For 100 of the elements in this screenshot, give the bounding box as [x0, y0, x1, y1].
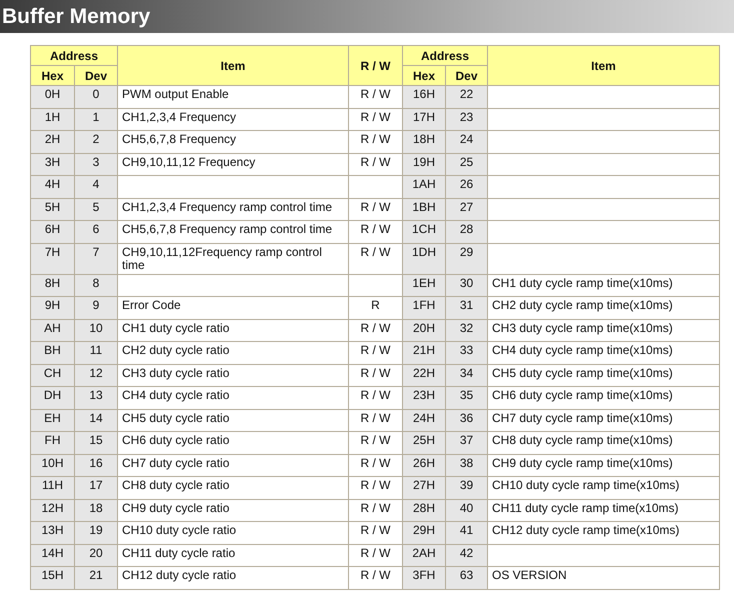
table-cell: CH2 duty cycle ramp time(x10ms) — [488, 296, 720, 319]
table-cell: 16H — [402, 86, 446, 108]
table-cell: 2 — [74, 130, 118, 153]
table-cell: AH — [30, 319, 74, 342]
column-header: Address — [402, 46, 488, 66]
table-cell: R / W — [348, 544, 402, 566]
table-cell: 30 — [446, 274, 488, 296]
column-header: Address — [30, 46, 118, 66]
table-cell: 18 — [74, 499, 118, 522]
table-cell: CH10 duty cycle ramp time(x10ms) — [488, 476, 720, 499]
table-cell: 39 — [446, 476, 488, 499]
table-cell: 31 — [446, 296, 488, 319]
table-cell: R / W — [348, 130, 402, 153]
table-cell: 38 — [446, 454, 488, 476]
table-cell: 13 — [74, 386, 118, 409]
column-header: Hex — [402, 66, 446, 86]
table-cell: 9H — [30, 296, 74, 319]
table-cell: 6 — [74, 220, 118, 243]
table-cell: 24H — [402, 409, 446, 432]
table-cell: 42 — [446, 544, 488, 566]
table-cell: 1H — [30, 108, 74, 130]
table-cell: R / W — [348, 409, 402, 432]
table-cell: R / W — [348, 522, 402, 544]
table-cell: 1FH — [402, 296, 446, 319]
table-cell: CH1 duty cycle ratio — [118, 319, 348, 342]
table-cell: CH3 duty cycle ratio — [118, 364, 348, 386]
table-cell: 11 — [74, 342, 118, 364]
table-cell: CH6 duty cycle ratio — [118, 432, 348, 454]
table-cell: CH4 duty cycle ramp time(x10ms) — [488, 342, 720, 364]
table-cell: R / W — [348, 476, 402, 499]
table-cell: CH7 duty cycle ramp time(x10ms) — [488, 409, 720, 432]
table-cell: 3FH — [402, 566, 446, 589]
table-cell: 5H — [30, 198, 74, 220]
table-cell: 19H — [402, 153, 446, 176]
table-cell: 14 — [74, 409, 118, 432]
column-header: Dev — [446, 66, 488, 86]
table-cell: CH11 duty cycle ratio — [118, 544, 348, 566]
table-cell: R / W — [348, 153, 402, 176]
table-cell: R / W — [348, 198, 402, 220]
table-cell: DH — [30, 386, 74, 409]
table-cell: CH4 duty cycle ratio — [118, 386, 348, 409]
table-cell: 0H — [30, 86, 74, 108]
table-cell: CH12 duty cycle ramp time(x10ms) — [488, 522, 720, 544]
table-cell: CH8 duty cycle ratio — [118, 476, 348, 499]
table-cell: 22 — [446, 86, 488, 108]
table-cell: 23H — [402, 386, 446, 409]
table-cell: 17 — [74, 476, 118, 499]
table-cell — [348, 176, 402, 198]
column-header: R / W — [348, 46, 402, 86]
table-cell: CH11 duty cycle ramp time(x10ms) — [488, 499, 720, 522]
table-cell: CH10 duty cycle ratio — [118, 522, 348, 544]
table-cell: CH1,2,3,4 Frequency ramp control time — [118, 198, 348, 220]
table-cell: 27 — [446, 198, 488, 220]
table-cell: OS VERSION — [488, 566, 720, 589]
table-cell: CH5,6,7,8 Frequency ramp control time — [118, 220, 348, 243]
table-cell: 18H — [402, 130, 446, 153]
table-cell: 11H — [30, 476, 74, 499]
table-cell: 1 — [74, 108, 118, 130]
table-cell: R / W — [348, 243, 402, 274]
table-cell: Error Code — [118, 296, 348, 319]
table-cell: R / W — [348, 108, 402, 130]
table-cell: CH5 duty cycle ratio — [118, 409, 348, 432]
table-cell: R / W — [348, 319, 402, 342]
table-cell: 15H — [30, 566, 74, 589]
table-cell: 6H — [30, 220, 74, 243]
table-cell: 35 — [446, 386, 488, 409]
table-cell: 36 — [446, 409, 488, 432]
table-cell: 21H — [402, 342, 446, 364]
table-cell: 12H — [30, 499, 74, 522]
table-cell: 7 — [74, 243, 118, 274]
table-cell: 4 — [74, 176, 118, 198]
table-cell: 34 — [446, 364, 488, 386]
table-cell: 37 — [446, 432, 488, 454]
table-cell: CH9,10,11,12 Frequency — [118, 153, 348, 176]
table-cell: 29 — [446, 243, 488, 274]
table-cell: FH — [30, 432, 74, 454]
table-cell: CH7 duty cycle ratio — [118, 454, 348, 476]
table-cell: CH9 duty cycle ratio — [118, 499, 348, 522]
table-cell: 1AH — [402, 176, 446, 198]
table-cell: 63 — [446, 566, 488, 589]
table-cell: 4H — [30, 176, 74, 198]
table-cell: 1CH — [402, 220, 446, 243]
table-cell: 7H — [30, 243, 74, 274]
page-title: Buffer Memory — [2, 4, 150, 28]
table-cell: R — [348, 296, 402, 319]
table-cell: R / W — [348, 499, 402, 522]
table-cell: CH2 duty cycle ratio — [118, 342, 348, 364]
column-header: Hex — [30, 66, 74, 86]
table-cell: 21 — [74, 566, 118, 589]
table-cell: 26 — [446, 176, 488, 198]
table-cell: CH1,2,3,4 Frequency — [118, 108, 348, 130]
table-cell: CH6 duty cycle ramp time(x10ms) — [488, 386, 720, 409]
table-cell: 5 — [74, 198, 118, 220]
table-cell: 16 — [74, 454, 118, 476]
table-cell: 20H — [402, 319, 446, 342]
table-cell: 25 — [446, 153, 488, 176]
table-cell: R / W — [348, 386, 402, 409]
table-cell: 28H — [402, 499, 446, 522]
column-header: Dev — [74, 66, 118, 86]
table-cell: 17H — [402, 108, 446, 130]
